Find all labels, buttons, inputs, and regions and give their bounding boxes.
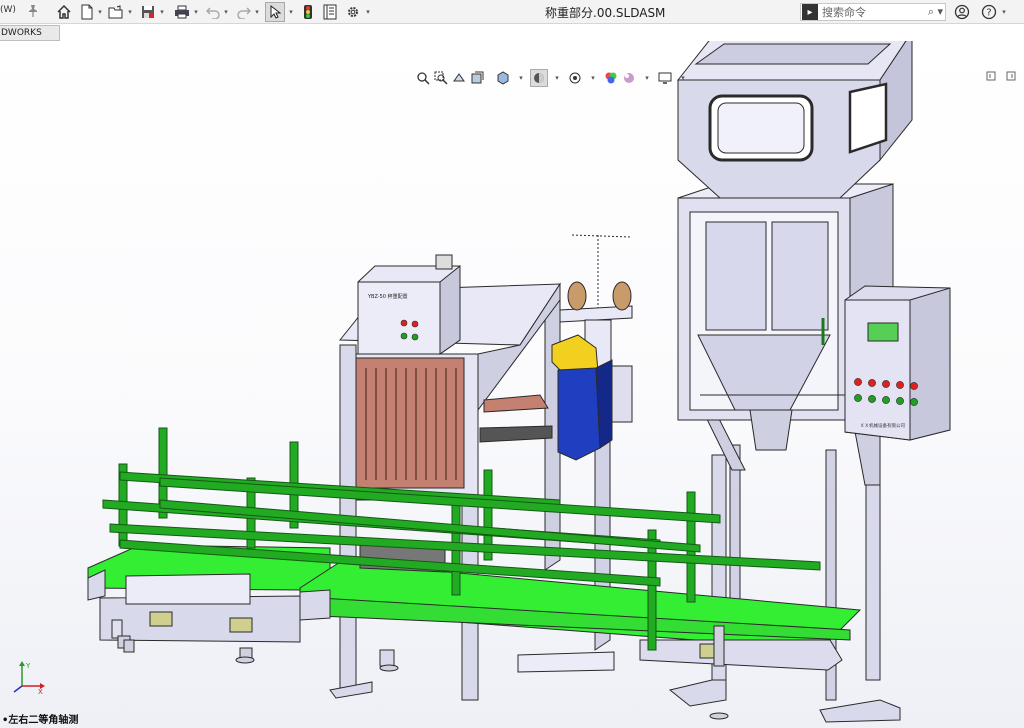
svg-text:Y: Y: [25, 662, 31, 670]
svg-text:?: ?: [986, 8, 991, 19]
open-dropdown-icon[interactable]: ▾: [126, 3, 134, 21]
assembly-model: ＸＸ机械设备有限公司 YBZ-50 秤重配置: [87, 41, 951, 723]
restore-pane-icon[interactable]: [986, 71, 996, 84]
zoom-to-area-icon[interactable]: [432, 69, 450, 87]
apply-scene-dropdown-icon[interactable]: ▾: [638, 69, 656, 87]
new-dropdown-icon[interactable]: ▾: [96, 3, 104, 21]
svg-text:X: X: [38, 688, 43, 696]
redo-icon[interactable]: [236, 3, 252, 21]
print-dropdown-icon[interactable]: ▾: [192, 3, 200, 21]
traffic-light-icon[interactable]: [301, 3, 315, 21]
zoom-to-fit-icon[interactable]: [414, 69, 432, 87]
graphics-viewport[interactable]: ＸＸ机械设备有限公司 YBZ-50 秤重配置 ▾ ▾ ▾ ▾ ▾ Y X •左右…: [0, 41, 1024, 728]
open-icon[interactable]: [107, 3, 125, 21]
select-dropdown-icon[interactable]: ▾: [287, 3, 295, 21]
redo-dropdown-icon[interactable]: ▾: [253, 3, 261, 21]
apply-scene-icon[interactable]: [620, 69, 638, 87]
options-dropdown-icon[interactable]: ▾: [364, 3, 372, 21]
window-menu-label[interactable]: (W): [0, 5, 16, 15]
help-dropdown-icon[interactable]: ▾: [1000, 3, 1008, 21]
main-toolbar: (W) ▾ ▾ ▾ ▾ ▾ ▾ ▾ ▾ 称重部分.00.SLDASM ▸ 搜索命…: [0, 0, 1024, 24]
cam-tab[interactable]: DWORKS CAM: [0, 25, 60, 52]
document-title: 称重部分.00.SLDASM: [545, 6, 666, 20]
print-icon[interactable]: [173, 3, 191, 21]
undo-dropdown-icon[interactable]: ▾: [222, 3, 230, 21]
solidworks-search-icon: ▸: [802, 4, 818, 20]
view-settings-dropdown-icon[interactable]: ▾: [674, 69, 692, 87]
sewing-machine: [551, 234, 633, 461]
help-icon[interactable]: ?: [980, 3, 998, 21]
view-orientation-icon[interactable]: [494, 69, 512, 87]
pin-icon[interactable]: [27, 4, 39, 21]
save-icon[interactable]: [139, 3, 157, 21]
save-dropdown-icon[interactable]: ▾: [158, 3, 166, 21]
undo-icon[interactable]: [205, 3, 221, 21]
display-style-dropdown-icon[interactable]: ▾: [548, 69, 566, 87]
search-commands-box[interactable]: ▸ 搜索命令 ⌕ ▾: [800, 3, 946, 21]
previous-view-icon[interactable]: [450, 69, 468, 87]
heads-up-view-toolbar: ▾ ▾ ▾ ▾ ▾: [414, 69, 692, 87]
search-input[interactable]: 搜索命令: [822, 4, 928, 20]
home-icon[interactable]: [55, 3, 73, 21]
control-box-small-label: YBZ-50 秤重配置: [367, 293, 408, 300]
view-orientation-label: •左右二等角轴测: [2, 715, 79, 726]
user-account-icon[interactable]: [953, 3, 971, 21]
view-orientation-dropdown-icon[interactable]: ▾: [512, 69, 530, 87]
select-arrow-icon[interactable]: [265, 2, 285, 22]
expand-pane-icon[interactable]: [1006, 71, 1016, 84]
control-box-main-label: ＸＸ机械设备有限公司: [860, 422, 905, 429]
new-document-icon[interactable]: [79, 3, 95, 21]
edit-appearance-icon[interactable]: [602, 69, 620, 87]
search-icon[interactable]: ⌕ ▾: [928, 5, 943, 19]
options-gear-icon[interactable]: [345, 3, 361, 21]
section-view-icon[interactable]: [468, 69, 486, 87]
display-style-icon[interactable]: [530, 69, 548, 87]
hide-show-items-icon[interactable]: [566, 69, 584, 87]
hide-show-dropdown-icon[interactable]: ▾: [584, 69, 602, 87]
coordinate-triad-icon: Y X: [13, 661, 45, 696]
view-settings-icon[interactable]: [656, 69, 674, 87]
file-properties-icon[interactable]: [322, 3, 338, 21]
